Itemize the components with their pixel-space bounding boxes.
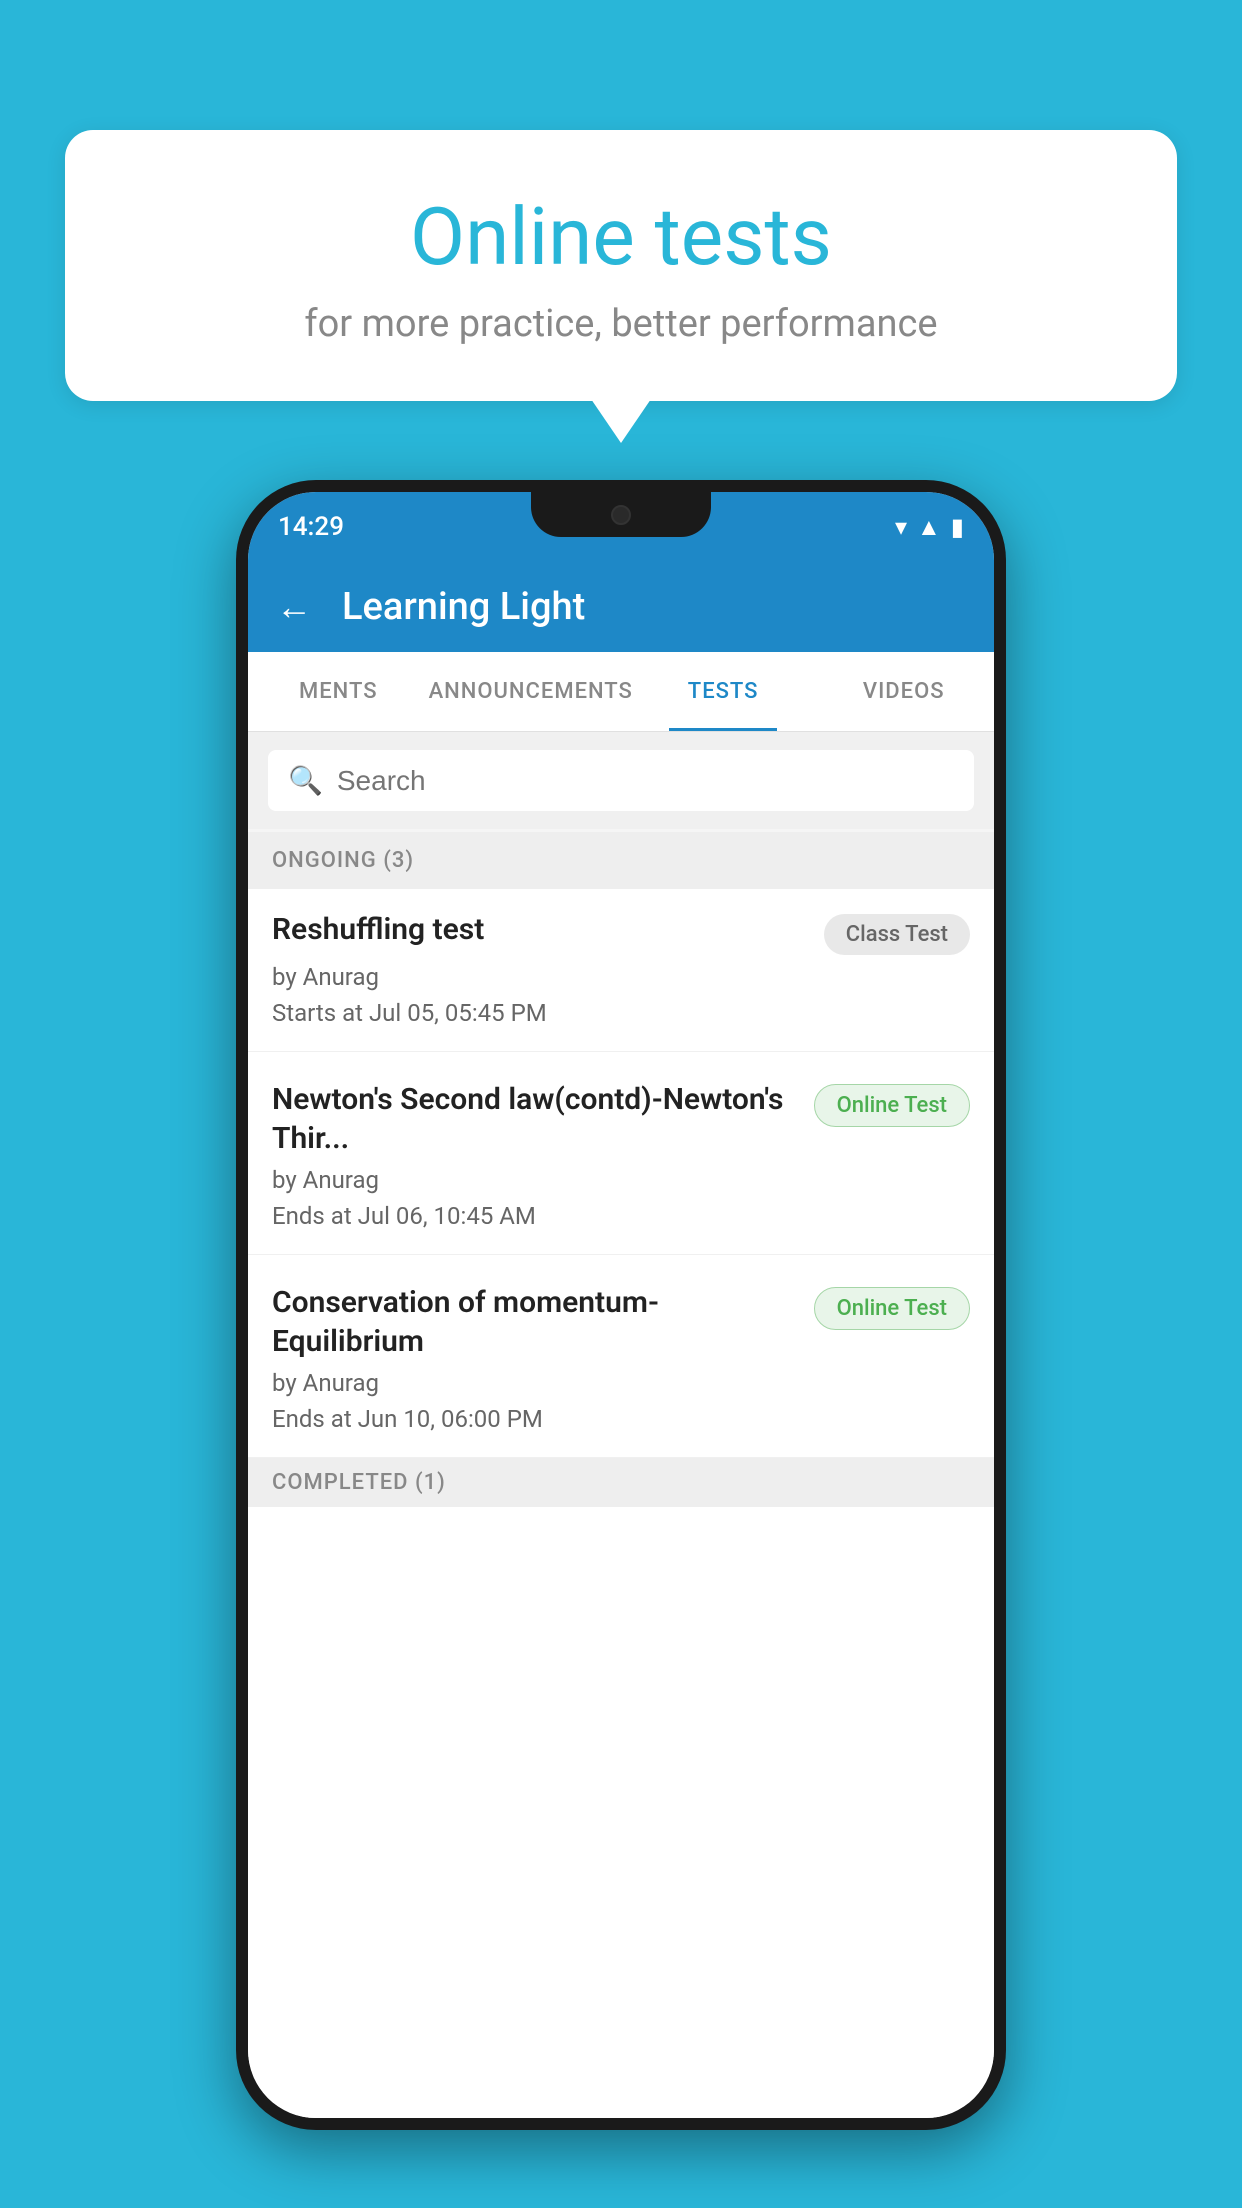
status-time: 14:29 <box>278 512 344 542</box>
status-icons: ▾ ▲ ▮ <box>895 513 964 542</box>
test-time-0: Starts at Jul 05, 05:45 PM <box>272 999 970 1027</box>
test-item-top-2: Conservation of momentum-Equilibrium Onl… <box>272 1283 970 1361</box>
bubble-title: Online tests <box>125 190 1117 284</box>
camera-icon <box>611 505 631 525</box>
signal-icon: ▲ <box>917 513 941 542</box>
test-name-0: Reshuffling test <box>272 910 824 949</box>
test-badge-0: Class Test <box>824 914 970 955</box>
battery-icon: ▮ <box>951 513 964 541</box>
speech-bubble: Online tests for more practice, better p… <box>65 130 1177 401</box>
wifi-icon: ▾ <box>895 513 907 541</box>
search-input[interactable] <box>337 765 954 797</box>
test-item-0[interactable]: Reshuffling test Class Test by Anurag St… <box>248 882 994 1052</box>
tab-bar: MENTS ANNOUNCEMENTS TESTS VIDEOS <box>248 652 994 732</box>
speech-bubble-container: Online tests for more practice, better p… <box>65 130 1177 401</box>
test-badge-1: Online Test <box>814 1084 970 1127</box>
app-title: Learning Light <box>342 585 585 629</box>
tab-ments[interactable]: MENTS <box>248 652 429 731</box>
test-by-1: by Anurag <box>272 1166 970 1194</box>
search-container: 🔍 <box>248 732 994 829</box>
tab-announcements[interactable]: ANNOUNCEMENTS <box>429 652 633 731</box>
test-item-top-1: Newton's Second law(contd)-Newton's Thir… <box>272 1080 970 1158</box>
test-item-top-0: Reshuffling test Class Test <box>272 910 970 955</box>
test-name-2: Conservation of momentum-Equilibrium <box>272 1283 814 1361</box>
section-completed-label: COMPLETED (1) <box>248 1458 994 1507</box>
phone-notch <box>531 492 711 537</box>
test-name-1: Newton's Second law(contd)-Newton's Thir… <box>272 1080 814 1158</box>
test-item-1[interactable]: Newton's Second law(contd)-Newton's Thir… <box>248 1052 994 1255</box>
test-time-1: Ends at Jul 06, 10:45 AM <box>272 1202 970 1230</box>
test-time-2: Ends at Jun 10, 06:00 PM <box>272 1405 970 1433</box>
phone-container: 14:29 ▾ ▲ ▮ ← Learning Light MENTS ANNOU… <box>236 480 1006 2130</box>
search-input-wrapper: 🔍 <box>268 750 974 811</box>
phone-outer: 14:29 ▾ ▲ ▮ ← Learning Light MENTS ANNOU… <box>236 480 1006 2130</box>
section-ongoing-label: ONGOING (3) <box>248 832 994 889</box>
test-by-0: by Anurag <box>272 963 970 991</box>
test-by-2: by Anurag <box>272 1369 970 1397</box>
search-icon: 🔍 <box>288 764 323 797</box>
tab-tests[interactable]: TESTS <box>633 652 814 731</box>
bubble-subtitle: for more practice, better performance <box>125 302 1117 346</box>
phone-screen: 14:29 ▾ ▲ ▮ ← Learning Light MENTS ANNOU… <box>248 492 994 2118</box>
test-badge-2: Online Test <box>814 1287 970 1330</box>
tab-videos[interactable]: VIDEOS <box>813 652 994 731</box>
test-item-2[interactable]: Conservation of momentum-Equilibrium Onl… <box>248 1255 994 1458</box>
app-header: ← Learning Light <box>248 562 994 652</box>
back-button[interactable]: ← <box>276 586 312 628</box>
content-area: Reshuffling test Class Test by Anurag St… <box>248 882 994 2118</box>
